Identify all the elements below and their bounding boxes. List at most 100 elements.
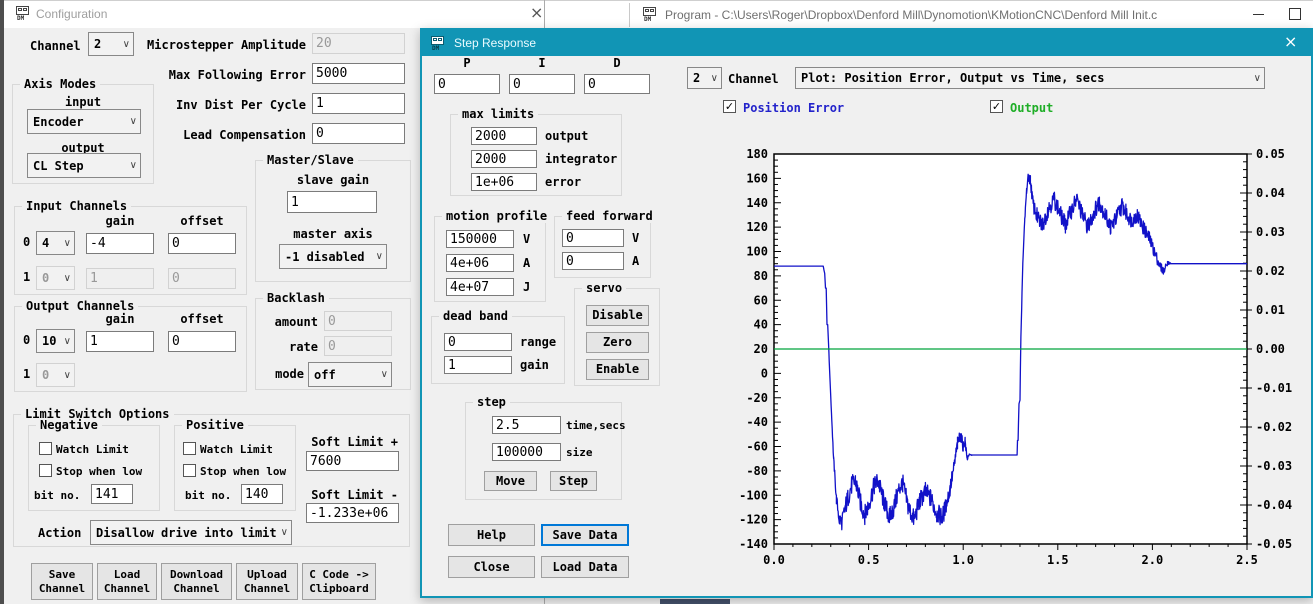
output-gain-0-input[interactable] <box>86 331 154 352</box>
feed-forward-group: feed forward V A <box>554 216 651 278</box>
positive-title: Positive <box>182 418 248 432</box>
plot-channel-select[interactable]: 2 ∨ <box>687 67 722 89</box>
step-button[interactable]: Step <box>550 471 597 491</box>
svg-text:160: 160 <box>746 171 768 185</box>
chevron-down-icon: ∨ <box>64 238 71 249</box>
step-group: step time,secs size Move Step <box>465 402 622 500</box>
output-offset-0-input[interactable] <box>168 331 236 352</box>
input-gain-0-input[interactable] <box>86 233 154 254</box>
input-channel-1-value: 0 <box>42 271 49 285</box>
row-index: 0 <box>23 333 30 347</box>
upload-channel-button[interactable]: Upload Channel <box>236 563 298 600</box>
d-input[interactable] <box>584 74 650 94</box>
dead-band-gain-input[interactable] <box>444 356 512 374</box>
c-code-clipboard-button[interactable]: C Code -> Clipboard <box>302 563 376 600</box>
axis-output-select[interactable]: CL Step ∨ <box>27 153 141 178</box>
svg-text:-0.05: -0.05 <box>1256 537 1292 551</box>
load-channel-button[interactable]: Load Channel <box>97 563 157 600</box>
max-integrator-input[interactable] <box>471 150 537 168</box>
output-channel-0-select[interactable]: 10 ∨ <box>36 329 75 353</box>
axis-input-select[interactable]: Encoder ∨ <box>27 109 141 134</box>
input-gain-1-input[interactable] <box>86 268 154 289</box>
negative-bit-no-input[interactable] <box>91 484 133 504</box>
close-icon[interactable]: × <box>1284 34 1297 50</box>
plot-channel-label: Channel <box>728 72 779 86</box>
backlash-rate-input[interactable] <box>324 336 392 356</box>
p-input[interactable] <box>434 74 500 94</box>
negative-stop-when-low-checkbox[interactable] <box>39 464 52 477</box>
input-channel-0-select[interactable]: 4 ∨ <box>36 231 75 255</box>
i-input[interactable] <box>509 74 575 94</box>
input-offset-0-input[interactable] <box>168 233 236 254</box>
master-axis-select[interactable]: -1 disabled ∨ <box>279 244 387 269</box>
positive-stop-when-low-checkbox[interactable] <box>183 464 196 477</box>
help-button[interactable]: Help <box>448 524 535 546</box>
negative-watch-limit-checkbox[interactable] <box>39 442 52 455</box>
positive-limit-group: Positive Watch Limit Stop when low bit n… <box>174 425 296 511</box>
p-label: P <box>434 56 500 70</box>
velocity-input[interactable] <box>446 230 514 248</box>
input-channel-1-select[interactable]: 0 ∨ <box>36 266 75 290</box>
max-following-error-input[interactable] <box>312 63 405 84</box>
soft-limit-plus-input[interactable] <box>306 451 399 471</box>
d-label: D <box>584 56 650 70</box>
backlash-mode-select[interactable]: off ∨ <box>308 362 392 387</box>
servo-zero-button[interactable]: Zero <box>586 332 649 353</box>
slave-gain-input[interactable] <box>287 191 377 213</box>
dead-band-range-input[interactable] <box>444 333 512 351</box>
position-error-checkbox[interactable]: ✓ <box>723 100 736 113</box>
microstepper-input[interactable] <box>312 33 405 54</box>
partial-window-sliver <box>660 599 730 604</box>
output-channel-1-select[interactable]: 0 ∨ <box>36 363 75 387</box>
positive-watch-limit-checkbox[interactable] <box>183 442 196 455</box>
save-data-button[interactable]: Save Data <box>541 524 629 546</box>
ff-accel-input[interactable] <box>562 252 624 270</box>
svg-text:-120: -120 <box>739 513 768 527</box>
action-select[interactable]: Disallow drive into limit ∨ <box>90 520 292 545</box>
chevron-down-icon: ∨ <box>376 251 383 262</box>
minimize-icon[interactable] <box>1253 14 1264 15</box>
maximize-icon[interactable] <box>1289 8 1301 20</box>
soft-limit-minus-input[interactable] <box>306 503 399 523</box>
svg-text:60: 60 <box>754 293 768 307</box>
load-data-button[interactable]: Load Data <box>541 556 629 578</box>
input-offset-1-input[interactable] <box>168 268 236 289</box>
max-output-input[interactable] <box>471 127 537 145</box>
chevron-down-icon: ∨ <box>64 273 71 284</box>
dead-band-group: dead band range gain <box>431 316 565 384</box>
backlash-amount-input[interactable] <box>324 311 392 331</box>
chevron-down-icon: ∨ <box>64 336 71 347</box>
output-checkbox[interactable]: ✓ <box>990 100 1003 113</box>
svg-text:1.0: 1.0 <box>952 553 974 567</box>
plot-type-select[interactable]: Plot: Position Error, Output vs Time, se… <box>795 67 1265 89</box>
max-error-input[interactable] <box>471 173 537 191</box>
step-response-titlebar[interactable] <box>422 30 1311 56</box>
backlash-group: Backlash amount rate mode off ∨ <box>255 298 411 390</box>
gain-header: gain <box>86 214 154 228</box>
servo-disable-button[interactable]: Disable <box>586 305 649 326</box>
accel-input[interactable] <box>446 254 514 272</box>
close-icon[interactable]: × <box>530 5 543 21</box>
channel-value: 2 <box>94 37 101 51</box>
channel-select[interactable]: 2 ∨ <box>88 32 134 56</box>
inv-dist-per-cycle-input[interactable] <box>312 93 405 114</box>
svg-text:DM: DM <box>432 45 440 51</box>
positive-bit-no-input[interactable] <box>241 484 283 504</box>
ff-velocity-input[interactable] <box>562 229 624 247</box>
step-size-input[interactable] <box>492 443 561 461</box>
servo-enable-button[interactable]: Enable <box>586 359 649 380</box>
svg-text:-140: -140 <box>739 537 768 551</box>
step-title: step <box>473 395 510 409</box>
step-time-input[interactable] <box>492 416 561 434</box>
download-channel-button[interactable]: Download Channel <box>161 563 232 600</box>
save-channel-button[interactable]: Save Channel <box>31 563 93 600</box>
step-plot: -140-120-100-80-60-40-200204060801001201… <box>734 142 1298 574</box>
svg-text:-0.02: -0.02 <box>1256 420 1292 434</box>
jerk-input[interactable] <box>446 278 514 296</box>
close-button[interactable]: Close <box>448 556 535 578</box>
chevron-down-icon: ∨ <box>1254 73 1261 84</box>
move-button[interactable]: Move <box>484 471 537 491</box>
svg-text:80: 80 <box>754 269 768 283</box>
svg-text:1.5: 1.5 <box>1047 553 1069 567</box>
lead-compensation-input[interactable] <box>312 123 405 144</box>
